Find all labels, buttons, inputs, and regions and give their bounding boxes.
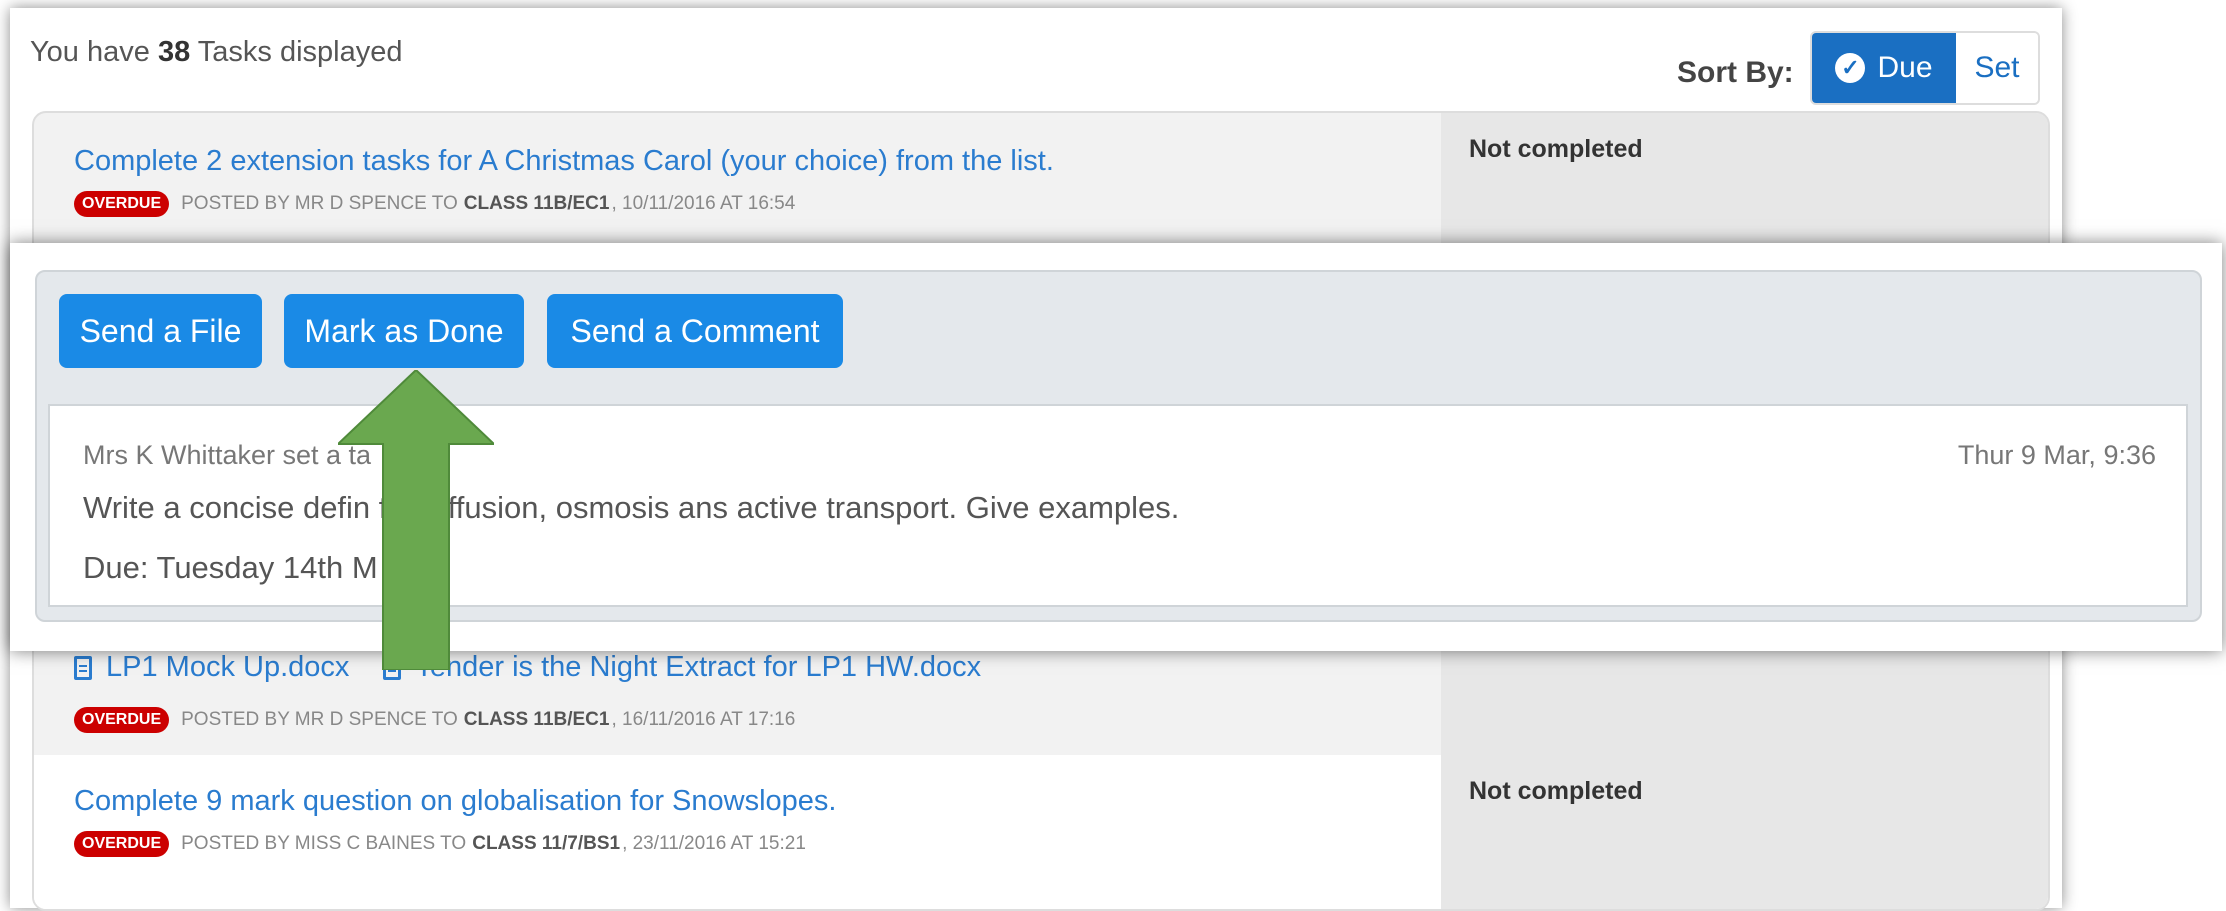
task-main: Complete 9 mark question on globalisatio… (34, 755, 1441, 909)
task-status: Not completed (1469, 135, 1643, 163)
task-due-date: Due: Tuesday 14th M (83, 550, 378, 585)
task-meta: OVERDUE POSTED BY MISS C BAINES TO CLASS… (74, 831, 806, 857)
send-comment-button[interactable]: Send a Comment (547, 294, 843, 368)
attachment-link[interactable]: Tender is the Night Extract for LP1 HW.d… (415, 651, 981, 684)
send-file-button[interactable]: Send a File (59, 294, 262, 368)
sort-set-label: Set (1974, 51, 2020, 84)
posted-date: , 23/11/2016 AT 15:21 (622, 833, 806, 854)
up-arrow-icon (338, 370, 494, 670)
task-status: Not completed (1469, 777, 1643, 805)
sort-due-label: Due (1877, 51, 1933, 84)
sort-due-button[interactable]: ✓ Due (1812, 33, 1956, 103)
task-meta: OVERDUE POSTED BY MR D SPENCE TO CLASS 1… (74, 707, 795, 733)
task-title-link[interactable]: Complete 9 mark question on globalisatio… (74, 785, 836, 818)
sort-toggle-group: ✓ Due Set (1810, 31, 2040, 105)
posted-date: , 10/11/2016 AT 16:54 (611, 193, 796, 214)
task-status-column: Not completed (1441, 755, 2048, 909)
posted-by: POSTED BY MISS C BAINES TO (181, 833, 467, 854)
task-title-link[interactable]: Complete 2 extension tasks for A Christm… (74, 145, 1054, 178)
task-class: CLASS 11/7/BS1 (472, 833, 621, 854)
task-description: Write a concise defin for diffusion, osm… (83, 490, 1180, 525)
task-row: Complete 9 mark question on globalisatio… (34, 755, 2048, 909)
posted-by: POSTED BY MR D SPENCE TO (181, 709, 458, 730)
task-setter: Mrs K Whittaker set a ta (83, 440, 372, 470)
tasks-summary: You have 38 Tasks displayed (30, 36, 402, 69)
summary-prefix: You have (30, 36, 150, 68)
overdue-badge: OVERDUE (74, 707, 170, 733)
attachment-link[interactable]: LP1 Mock Up.docx (106, 651, 349, 684)
task-count: 38 (157, 36, 191, 68)
overdue-badge: OVERDUE (74, 191, 170, 217)
check-circle-icon: ✓ (1835, 53, 1866, 83)
summary-suffix: Tasks displayed (197, 36, 403, 68)
task-attachments: LP1 Mock Up.docx Tender is the Night Ext… (74, 651, 981, 684)
task-class: CLASS 11B/EC1 (463, 193, 610, 214)
posted-by: POSTED BY MR D SPENCE TO (181, 193, 458, 214)
task-meta: OVERDUE POSTED BY MR D SPENCE TO CLASS 1… (74, 191, 795, 217)
mark-as-done-button[interactable]: Mark as Done (284, 294, 524, 368)
overdue-badge: OVERDUE (74, 831, 170, 857)
task-timestamp: Thur 9 Mar, 9:36 (1957, 440, 2156, 470)
sort-set-button[interactable]: Set (1956, 33, 2038, 103)
sort-by-label: Sort By: (1677, 56, 1794, 89)
file-icon (74, 655, 92, 680)
task-class: CLASS 11B/EC1 (463, 709, 610, 730)
posted-date: , 16/11/2016 AT 17:16 (611, 709, 796, 730)
